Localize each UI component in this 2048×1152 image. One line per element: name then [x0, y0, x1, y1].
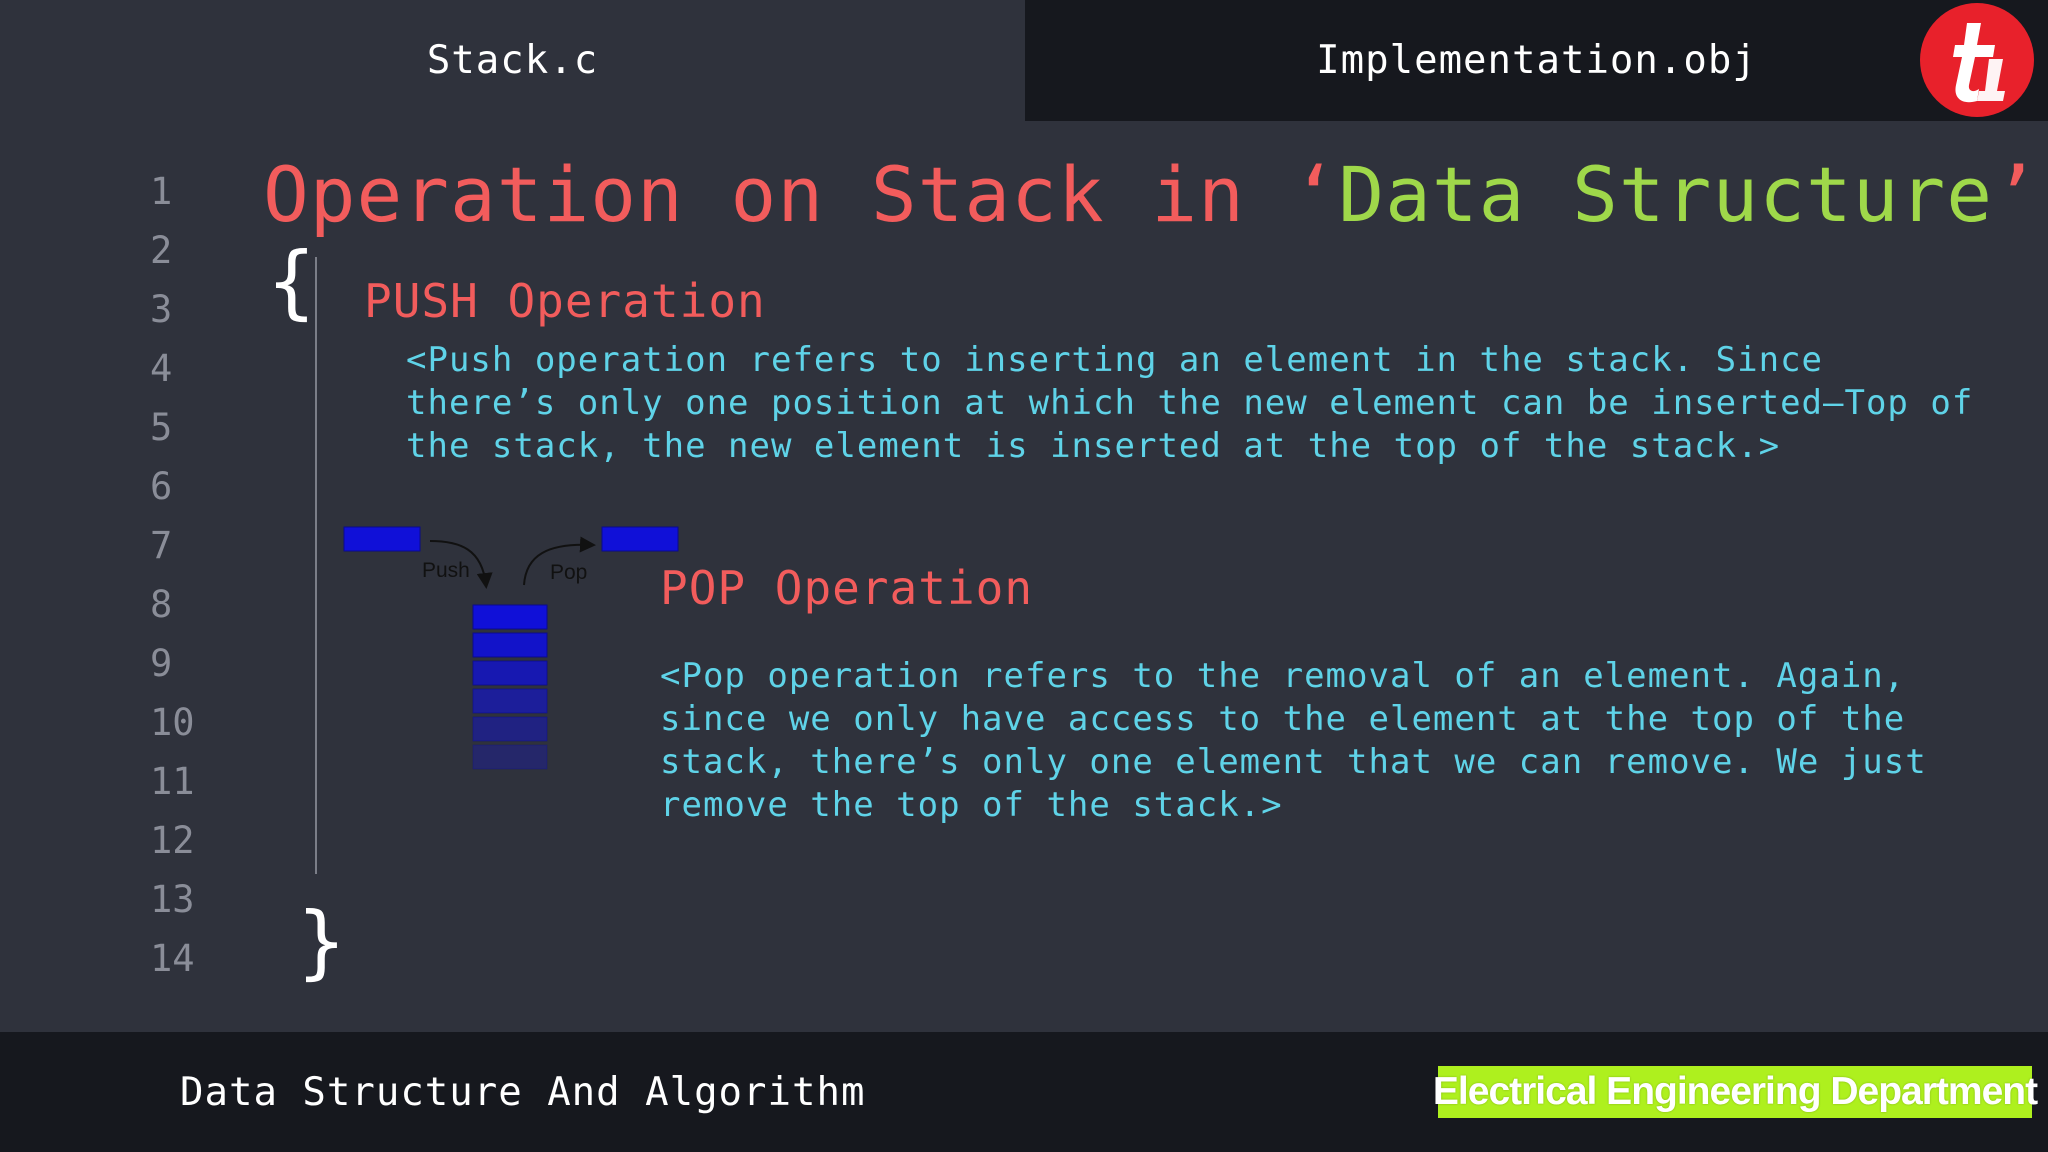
pop-label: Pop — [550, 561, 587, 584]
line-number: 1 — [150, 170, 173, 213]
title-part-2: Data Structure — [1338, 150, 1993, 239]
stack — [472, 604, 548, 770]
open-brace: { — [266, 235, 317, 328]
pop-line: since we only have access to the element… — [660, 699, 1906, 739]
pop-line: remove the top of the stack.> — [660, 785, 1283, 825]
stack-block — [472, 744, 548, 770]
pop-description: <Pop operation refers to the removal of … — [660, 655, 1927, 827]
close-brace: } — [296, 895, 347, 988]
push-heading: PUSH Operation — [364, 274, 766, 328]
line-number: 3 — [150, 288, 173, 331]
tab-stack-c[interactable]: Stack.c — [0, 0, 1025, 121]
title-part-3: ’ — [1992, 150, 2040, 239]
line-number: 6 — [150, 465, 173, 508]
push-description: <Push operation refers to inserting an e… — [406, 339, 1973, 468]
line-number: 9 — [150, 642, 173, 685]
push-line: <Push operation refers to inserting an e… — [406, 340, 1824, 380]
department-badge: Electrical Engineering Department — [1433, 1066, 2038, 1118]
incoming-block — [343, 526, 421, 552]
push-label: Push — [422, 559, 470, 582]
push-pop-diagram: Push Pop — [330, 515, 690, 775]
pop-heading: POP Operation — [660, 561, 1034, 615]
pop-line: <Pop operation refers to the removal of … — [660, 656, 1906, 696]
title-part-1: Operation on Stack in ‘ — [263, 150, 1339, 239]
indent-guide — [315, 257, 317, 874]
line-number: 10 — [150, 701, 195, 744]
line-number: 14 — [150, 937, 195, 980]
t4-logo-icon — [1920, 3, 2034, 117]
stack-block — [472, 632, 548, 658]
outgoing-block — [601, 526, 679, 552]
line-number: 2 — [150, 229, 173, 272]
stack-block — [472, 688, 548, 714]
stack-block — [472, 660, 548, 686]
tab-implementation-obj[interactable]: Implementation.obj — [1025, 0, 2048, 121]
stack-illustration: Push Pop — [343, 526, 679, 770]
line-number: 4 — [150, 347, 173, 390]
course-name: Data Structure And Algorithm — [180, 1069, 866, 1115]
page-title: Operation on Stack in ‘Data Structure’ — [263, 150, 2040, 239]
line-number: 11 — [150, 760, 195, 803]
line-number: 8 — [150, 583, 173, 626]
line-number: 7 — [150, 524, 173, 567]
line-number: 13 — [150, 878, 195, 921]
push-line: there’s only one position at which the n… — [406, 383, 1974, 423]
stack-block — [472, 716, 548, 742]
pop-line: stack, there’s only one element that we … — [660, 742, 1927, 782]
line-number: 5 — [150, 406, 173, 449]
push-line: the stack, the new element is inserted a… — [406, 426, 1781, 466]
stack-block — [472, 604, 548, 630]
tab-bar: Stack.c Implementation.obj — [0, 0, 2048, 121]
line-number: 12 — [150, 819, 195, 862]
